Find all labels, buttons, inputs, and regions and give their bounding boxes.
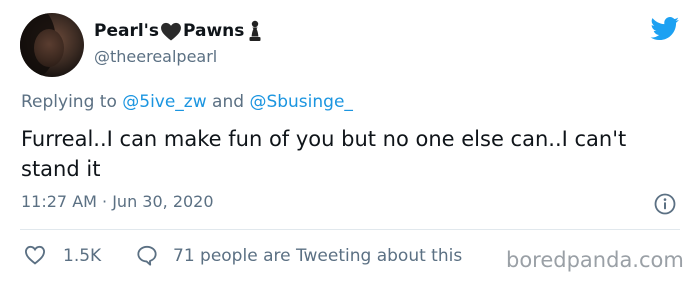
mention-link-1[interactable]: @5ive_zw — [122, 92, 206, 112]
reply-prefix: Replying to — [21, 92, 117, 112]
info-icon[interactable] — [654, 193, 676, 215]
display-name-part1: Pearl's — [94, 21, 159, 41]
display-name[interactable]: Pearl's Pawns — [94, 20, 262, 42]
watermark: boredpanda.com — [506, 248, 684, 272]
divider — [20, 229, 680, 230]
mention-link-2[interactable]: @Sbusinge_ — [249, 92, 352, 112]
user-handle[interactable]: @theerealpearl — [94, 47, 217, 66]
people-tweeting-link[interactable]: 71 people are Tweeting about this — [173, 246, 462, 266]
black-heart-icon — [160, 22, 182, 41]
avatar-face — [34, 29, 64, 67]
display-name-part2: Pawns — [183, 21, 245, 41]
twitter-bird-icon[interactable] — [650, 17, 680, 41]
replying-to-line: Replying to @5ive_zw and @Sbusinge_ — [21, 92, 353, 112]
reply-and: and — [212, 92, 245, 112]
like-count[interactable]: 1.5K — [63, 246, 101, 266]
tweet-text: Furreal..I can make fun of you but no on… — [21, 127, 627, 181]
tweet-timestamp[interactable]: 11:27 AM · Jun 30, 2020 — [21, 192, 214, 211]
heart-outline-icon[interactable] — [24, 245, 46, 265]
speech-bubble-icon[interactable] — [136, 245, 158, 266]
avatar[interactable] — [20, 13, 84, 77]
chess-pawn-icon — [248, 20, 262, 42]
